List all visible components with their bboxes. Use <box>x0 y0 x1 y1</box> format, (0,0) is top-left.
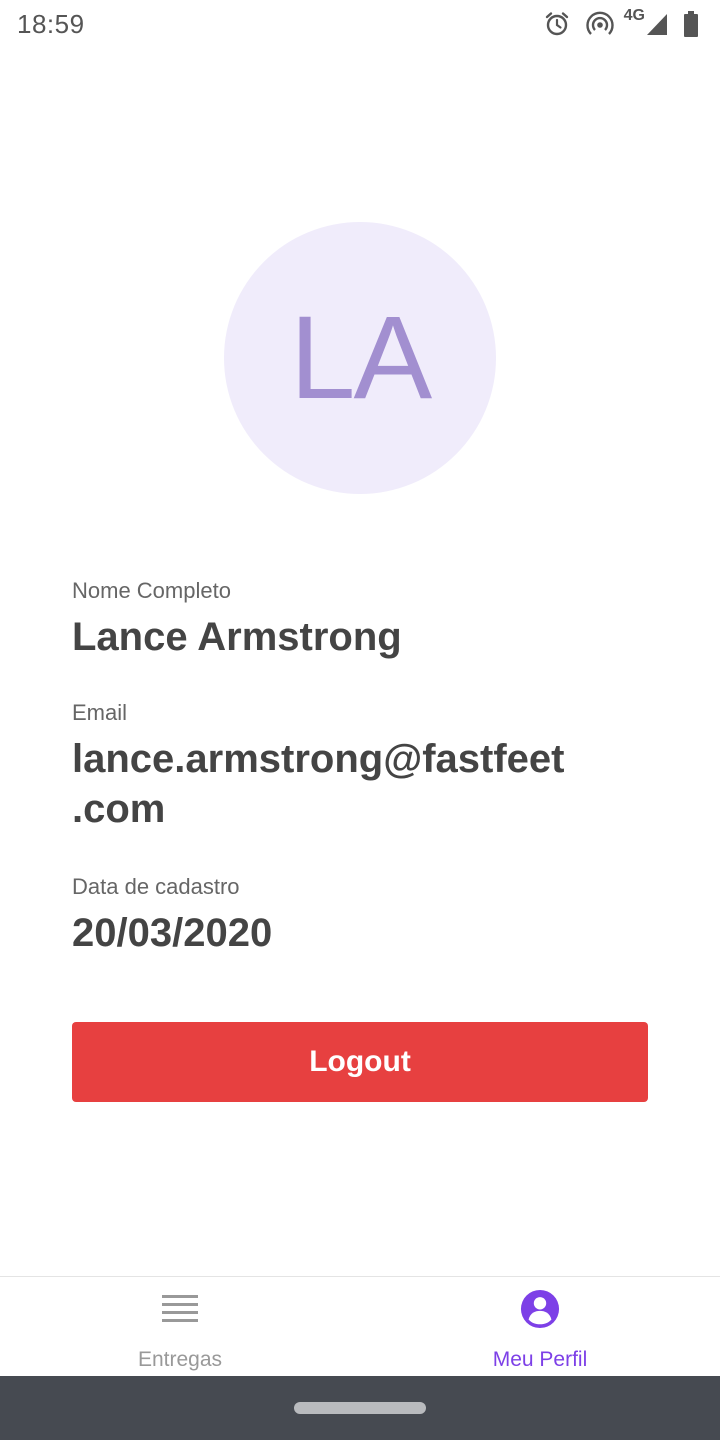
name-value: Lance Armstrong <box>72 615 402 659</box>
email-field: Email lance.armstrong@fastfeet .com <box>72 700 652 834</box>
bottom-tab-bar: Entregas Meu Perfil <box>0 1276 720 1376</box>
avatar: LA <box>224 222 496 494</box>
status-icons: 4G <box>544 7 698 40</box>
avatar-initials: LA <box>289 292 432 424</box>
signup-date-field: Data de cadastro 20/03/2020 <box>72 874 652 958</box>
hotspot-icon <box>585 11 614 37</box>
tab-meu-perfil[interactable]: Meu Perfil <box>360 1277 720 1377</box>
battery-icon <box>684 11 698 37</box>
signup-date-value: 20/03/2020 <box>72 911 273 955</box>
list-icon <box>160 1289 200 1329</box>
tab-meu-perfil-label: Meu Perfil <box>492 1348 588 1371</box>
status-bar: 18:59 4G <box>0 0 720 48</box>
email-value: lance.armstrong@fastfeet .com <box>72 737 565 831</box>
profile-icon <box>520 1289 560 1329</box>
tab-entregas-label: Entregas <box>137 1348 223 1371</box>
alarm-icon <box>544 11 570 37</box>
system-navigation-bar <box>0 1376 720 1440</box>
signup-date-label: Data de cadastro <box>72 874 240 899</box>
email-label: Email <box>72 700 128 725</box>
signal-icon <box>646 12 668 36</box>
logout-button[interactable]: Logout <box>72 1022 648 1102</box>
name-field: Nome Completo Lance Armstrong <box>72 578 652 662</box>
status-time: 18:59 <box>17 9 85 39</box>
name-label: Nome Completo <box>72 578 231 603</box>
network-type-label: 4G <box>623 7 645 24</box>
tab-entregas[interactable]: Entregas <box>0 1277 360 1377</box>
home-gesture-handle[interactable] <box>294 1402 426 1414</box>
